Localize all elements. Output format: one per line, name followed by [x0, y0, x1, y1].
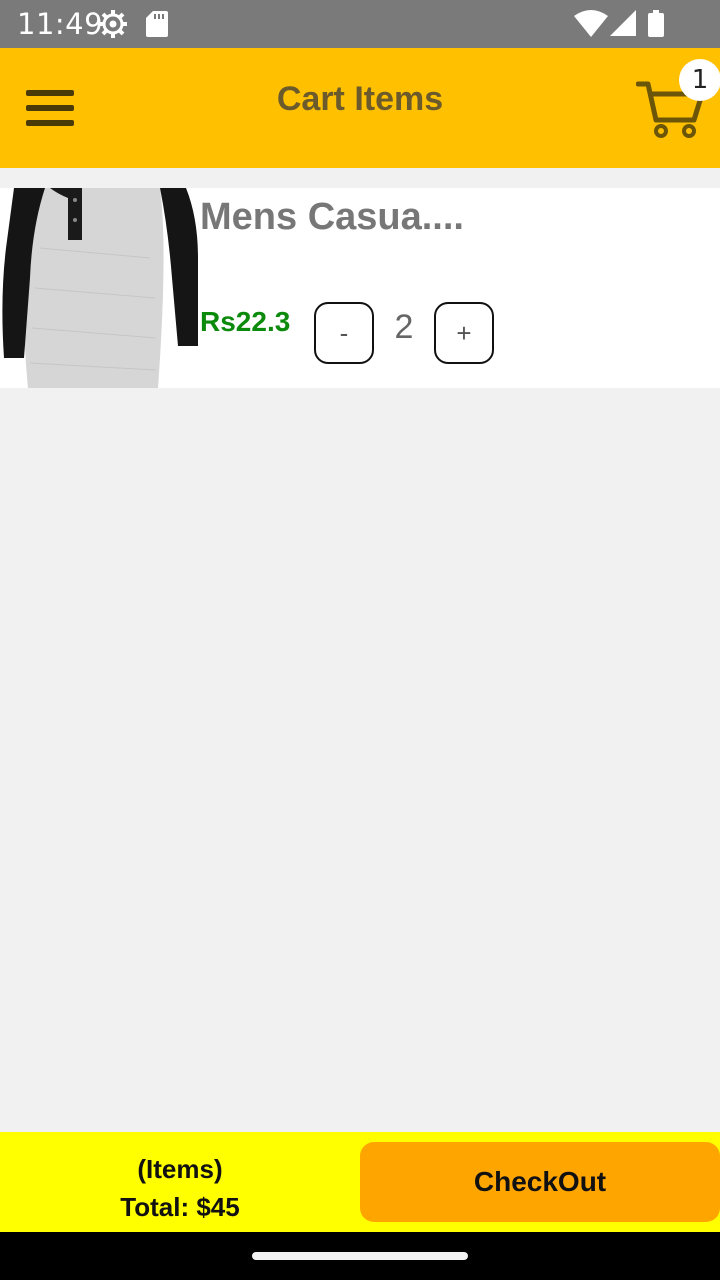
status-time: 11:49 [17, 7, 104, 41]
system-navigation-bar [0, 1232, 720, 1280]
checkout-bar: (Items) Total: $45 CheckOut [0, 1132, 720, 1232]
product-price: Rs22.3 [200, 306, 291, 337]
app-bar: Cart Items [0, 48, 720, 168]
signal-icon [610, 10, 636, 36]
status-bar: 11:49 [0, 0, 720, 48]
total-summary: (Items) Total: $45 [0, 1150, 360, 1226]
total-label: Total: $45 [120, 1192, 240, 1222]
checkout-button[interactable]: CheckOut [360, 1142, 720, 1222]
battery-icon [648, 10, 664, 37]
sd-card-icon [146, 11, 168, 37]
cart-count-badge: 1 [679, 59, 720, 101]
decrease-quantity-button[interactable]: - [314, 302, 374, 364]
page-title: Cart Items [276, 80, 444, 118]
increase-quantity-button[interactable]: + [434, 302, 494, 364]
home-gesture-handle[interactable] [252, 1252, 468, 1260]
quantity-value: 2 [394, 308, 414, 346]
cart-item: Mens Casua.... Rs22.3 - 2 + [0, 188, 720, 388]
product-image [0, 188, 200, 388]
gear-icon [99, 10, 127, 38]
items-label: (Items) [137, 1154, 223, 1184]
wifi-icon [574, 10, 608, 37]
product-name: Mens Casua.... [200, 196, 464, 238]
